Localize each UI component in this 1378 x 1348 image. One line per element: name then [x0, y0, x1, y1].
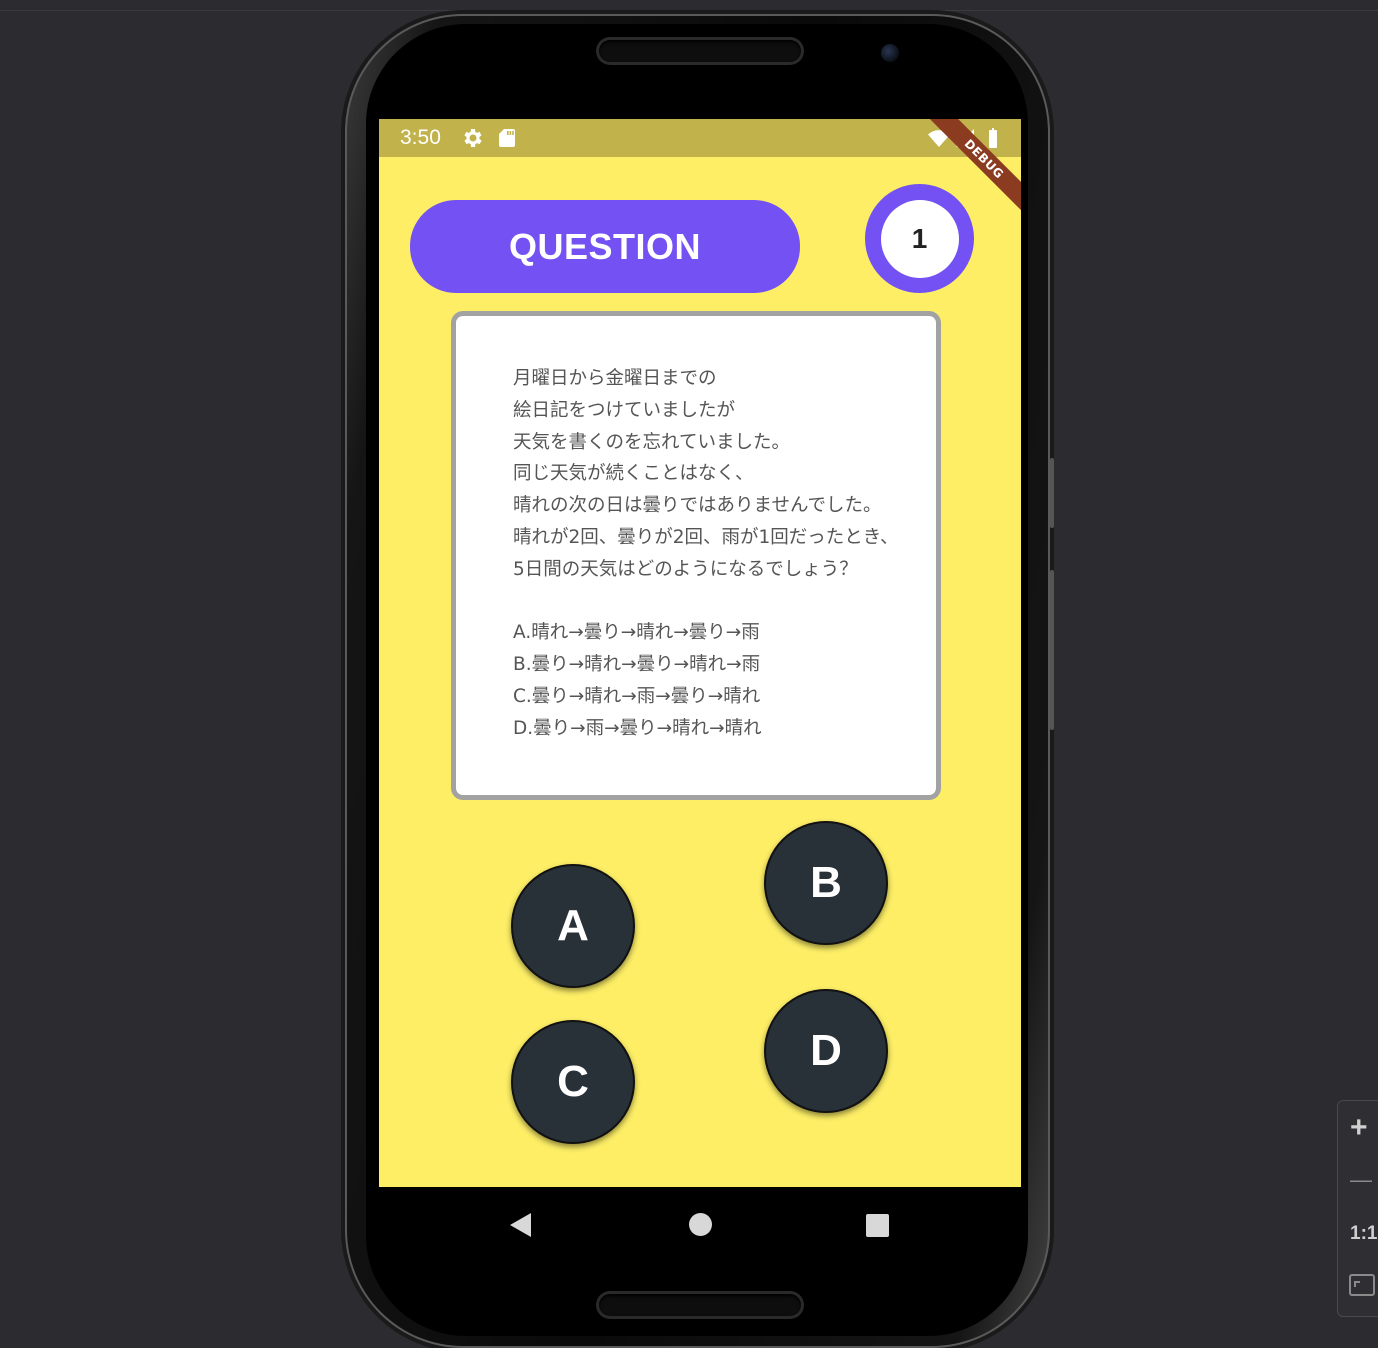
question-card: 月曜日から金曜日までの 絵日記をつけていましたが 天気を書くのを忘れていました。…	[451, 311, 941, 800]
status-time: 3:50	[400, 126, 441, 149]
zoom-one-to-one-button[interactable]: 1:1	[1350, 1223, 1377, 1245]
power-button[interactable]	[1050, 570, 1054, 730]
option-line-b: B.曇り→晴れ→曇り→晴れ→雨	[513, 654, 761, 676]
front-camera	[881, 44, 899, 62]
gear-icon	[464, 129, 482, 147]
question-header: QUESTION	[410, 200, 800, 293]
question-line: 5日間の天気はどのようになるでしょう？	[513, 558, 858, 580]
question-line: 晴れが2回、曇りが2回、雨が1回だったとき、	[513, 526, 899, 548]
volume-button[interactable]	[1050, 458, 1054, 528]
answer-a-button[interactable]: A	[511, 864, 635, 988]
window-top-divider	[0, 10, 1378, 11]
fit-screen-icon[interactable]	[1349, 1274, 1375, 1296]
option-line-c: C.曇り→晴れ→雨→曇り→晴れ	[513, 685, 761, 707]
zoom-out-button[interactable]: —	[1350, 1167, 1372, 1193]
zoom-in-button[interactable]: +	[1350, 1111, 1368, 1145]
question-line: 晴れの次の日は曇りではありませんでした。	[513, 495, 882, 517]
question-line: 絵日記をつけていましたが	[513, 399, 736, 421]
option-line-a: A.晴れ→曇り→晴れ→曇り→雨	[513, 622, 760, 644]
app-screen: 3:50 DEBUG QUESTION 1 月曜日から金曜日までの 絵日記をつけ…	[379, 119, 1021, 1187]
navigation-bar	[379, 1187, 1021, 1263]
back-icon[interactable]	[510, 1213, 531, 1237]
recents-icon[interactable]	[866, 1214, 889, 1237]
option-line-d: D.曇り→雨→曇り→晴れ→晴れ	[513, 717, 762, 739]
answer-b-button[interactable]: B	[764, 821, 888, 945]
zoom-controls: + — 1:1	[1337, 1100, 1378, 1317]
sd-card-icon	[499, 129, 515, 147]
question-line: 月曜日から金曜日までの	[513, 368, 717, 389]
question-spacer	[513, 586, 933, 618]
question-line: 天気を書くのを忘れていました。	[513, 431, 790, 453]
question-number-badge: 1	[865, 184, 974, 293]
top-speaker	[599, 40, 801, 62]
status-bar: 3:50	[379, 119, 1021, 157]
answer-c-button[interactable]: C	[511, 1020, 635, 1144]
question-line: 同じ天気が続くことはなく、	[513, 463, 754, 485]
home-icon[interactable]	[689, 1213, 712, 1236]
bottom-speaker	[599, 1294, 801, 1316]
question-text: 月曜日から金曜日までの 絵日記をつけていましたが 天気を書くのを忘れていました。…	[513, 363, 933, 745]
question-number: 1	[880, 199, 959, 278]
answer-d-button[interactable]: D	[764, 989, 888, 1113]
